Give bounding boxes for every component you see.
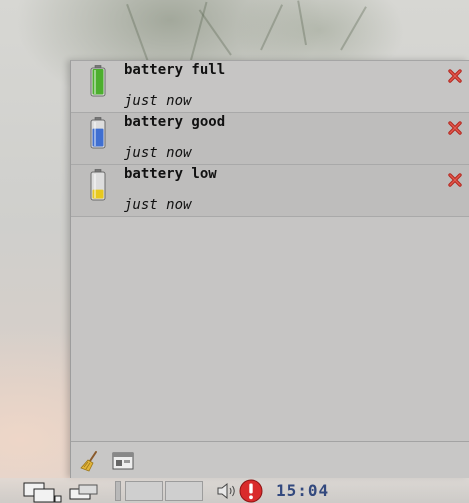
speaker-icon[interactable] [216, 482, 238, 500]
notification-item[interactable]: battery full just now [71, 61, 469, 113]
taskbar: 15:04 [0, 478, 469, 503]
battery-low-icon [90, 169, 106, 201]
workspace-1[interactable] [125, 481, 163, 501]
taskbar-separator [115, 481, 121, 501]
broom-icon[interactable] [79, 450, 101, 472]
close-icon[interactable] [447, 172, 463, 188]
show-desktop-icon[interactable] [69, 484, 99, 500]
close-icon[interactable] [447, 68, 463, 84]
notification-panel: battery full just now battery good just … [70, 60, 469, 478]
battery-good-icon [90, 117, 106, 149]
notification-title: battery full [124, 62, 226, 78]
panel-footer [71, 441, 469, 478]
workspace-2[interactable] [165, 481, 203, 501]
notification-title: battery low [124, 166, 217, 182]
notification-item[interactable]: battery low just now [71, 165, 469, 217]
notification-time: just now [124, 93, 192, 109]
window-settings-icon[interactable] [112, 452, 134, 470]
warning-icon[interactable] [239, 479, 263, 503]
close-icon[interactable] [447, 120, 463, 136]
window-switcher-icon[interactable] [22, 482, 64, 503]
notification-time: just now [124, 145, 192, 161]
notification-item[interactable]: battery good just now [71, 113, 469, 165]
taskbar-clock[interactable]: 15:04 [276, 481, 329, 500]
notification-title: battery good [124, 114, 226, 130]
notification-time: just now [124, 197, 192, 213]
battery-full-icon [90, 65, 106, 97]
